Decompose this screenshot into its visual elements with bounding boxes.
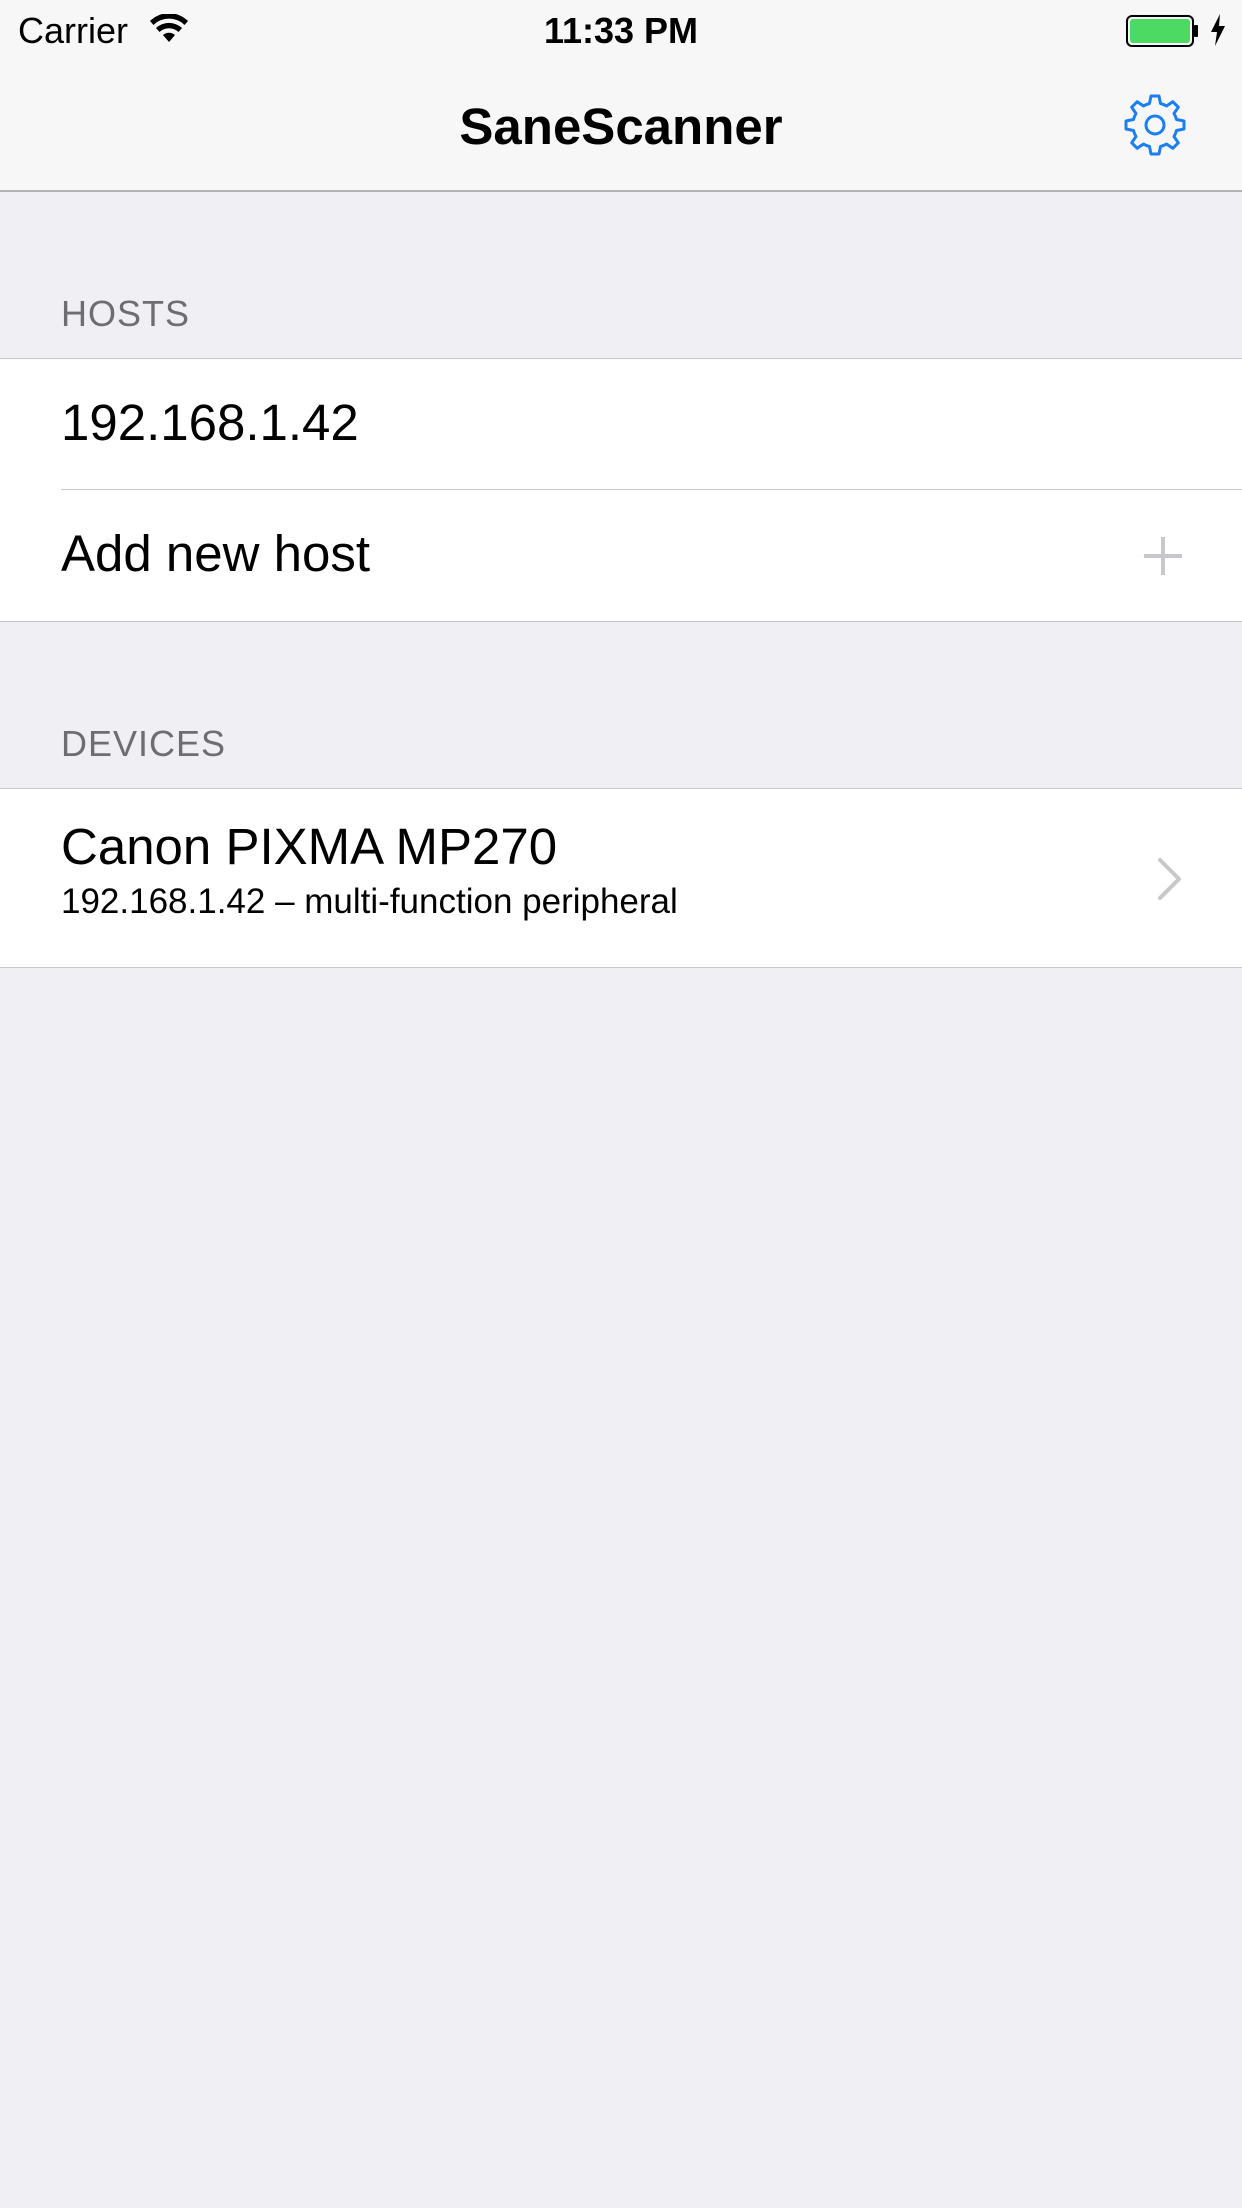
- gear-icon[interactable]: [1122, 92, 1188, 158]
- chevron-right-icon: [1158, 858, 1181, 900]
- device-name: Canon PIXMA MP270: [61, 818, 558, 875]
- hosts-section-header: HOSTS: [61, 293, 191, 334]
- hosts-group: 192.168.1.42 Add new host: [0, 358, 1242, 622]
- add-host-label: Add new host: [61, 525, 371, 582]
- host-row[interactable]: 192.168.1.42: [0, 359, 1242, 489]
- devices-section-header: DEVICES: [61, 723, 227, 764]
- top-bar: Carrier 11:33 PM SaneScanner: [0, 0, 1242, 192]
- device-row[interactable]: Canon PIXMA MP270 192.168.1.42 – multi-f…: [0, 789, 1242, 967]
- add-host-button[interactable]: Add new host: [0, 490, 1242, 622]
- battery-icon: [1126, 15, 1198, 47]
- status-bar: Carrier 11:33 PM: [0, 0, 1242, 60]
- devices-group: Canon PIXMA MP270 192.168.1.42 – multi-f…: [0, 788, 1242, 968]
- device-detail: 192.168.1.42 – multi-function peripheral: [61, 882, 678, 921]
- host-label: 192.168.1.42: [61, 394, 359, 451]
- plus-icon: [1144, 537, 1182, 575]
- page-title: SaneScanner: [459, 98, 783, 155]
- charging-bolt-icon: [1211, 14, 1225, 46]
- status-time: 11:33 PM: [543, 10, 699, 51]
